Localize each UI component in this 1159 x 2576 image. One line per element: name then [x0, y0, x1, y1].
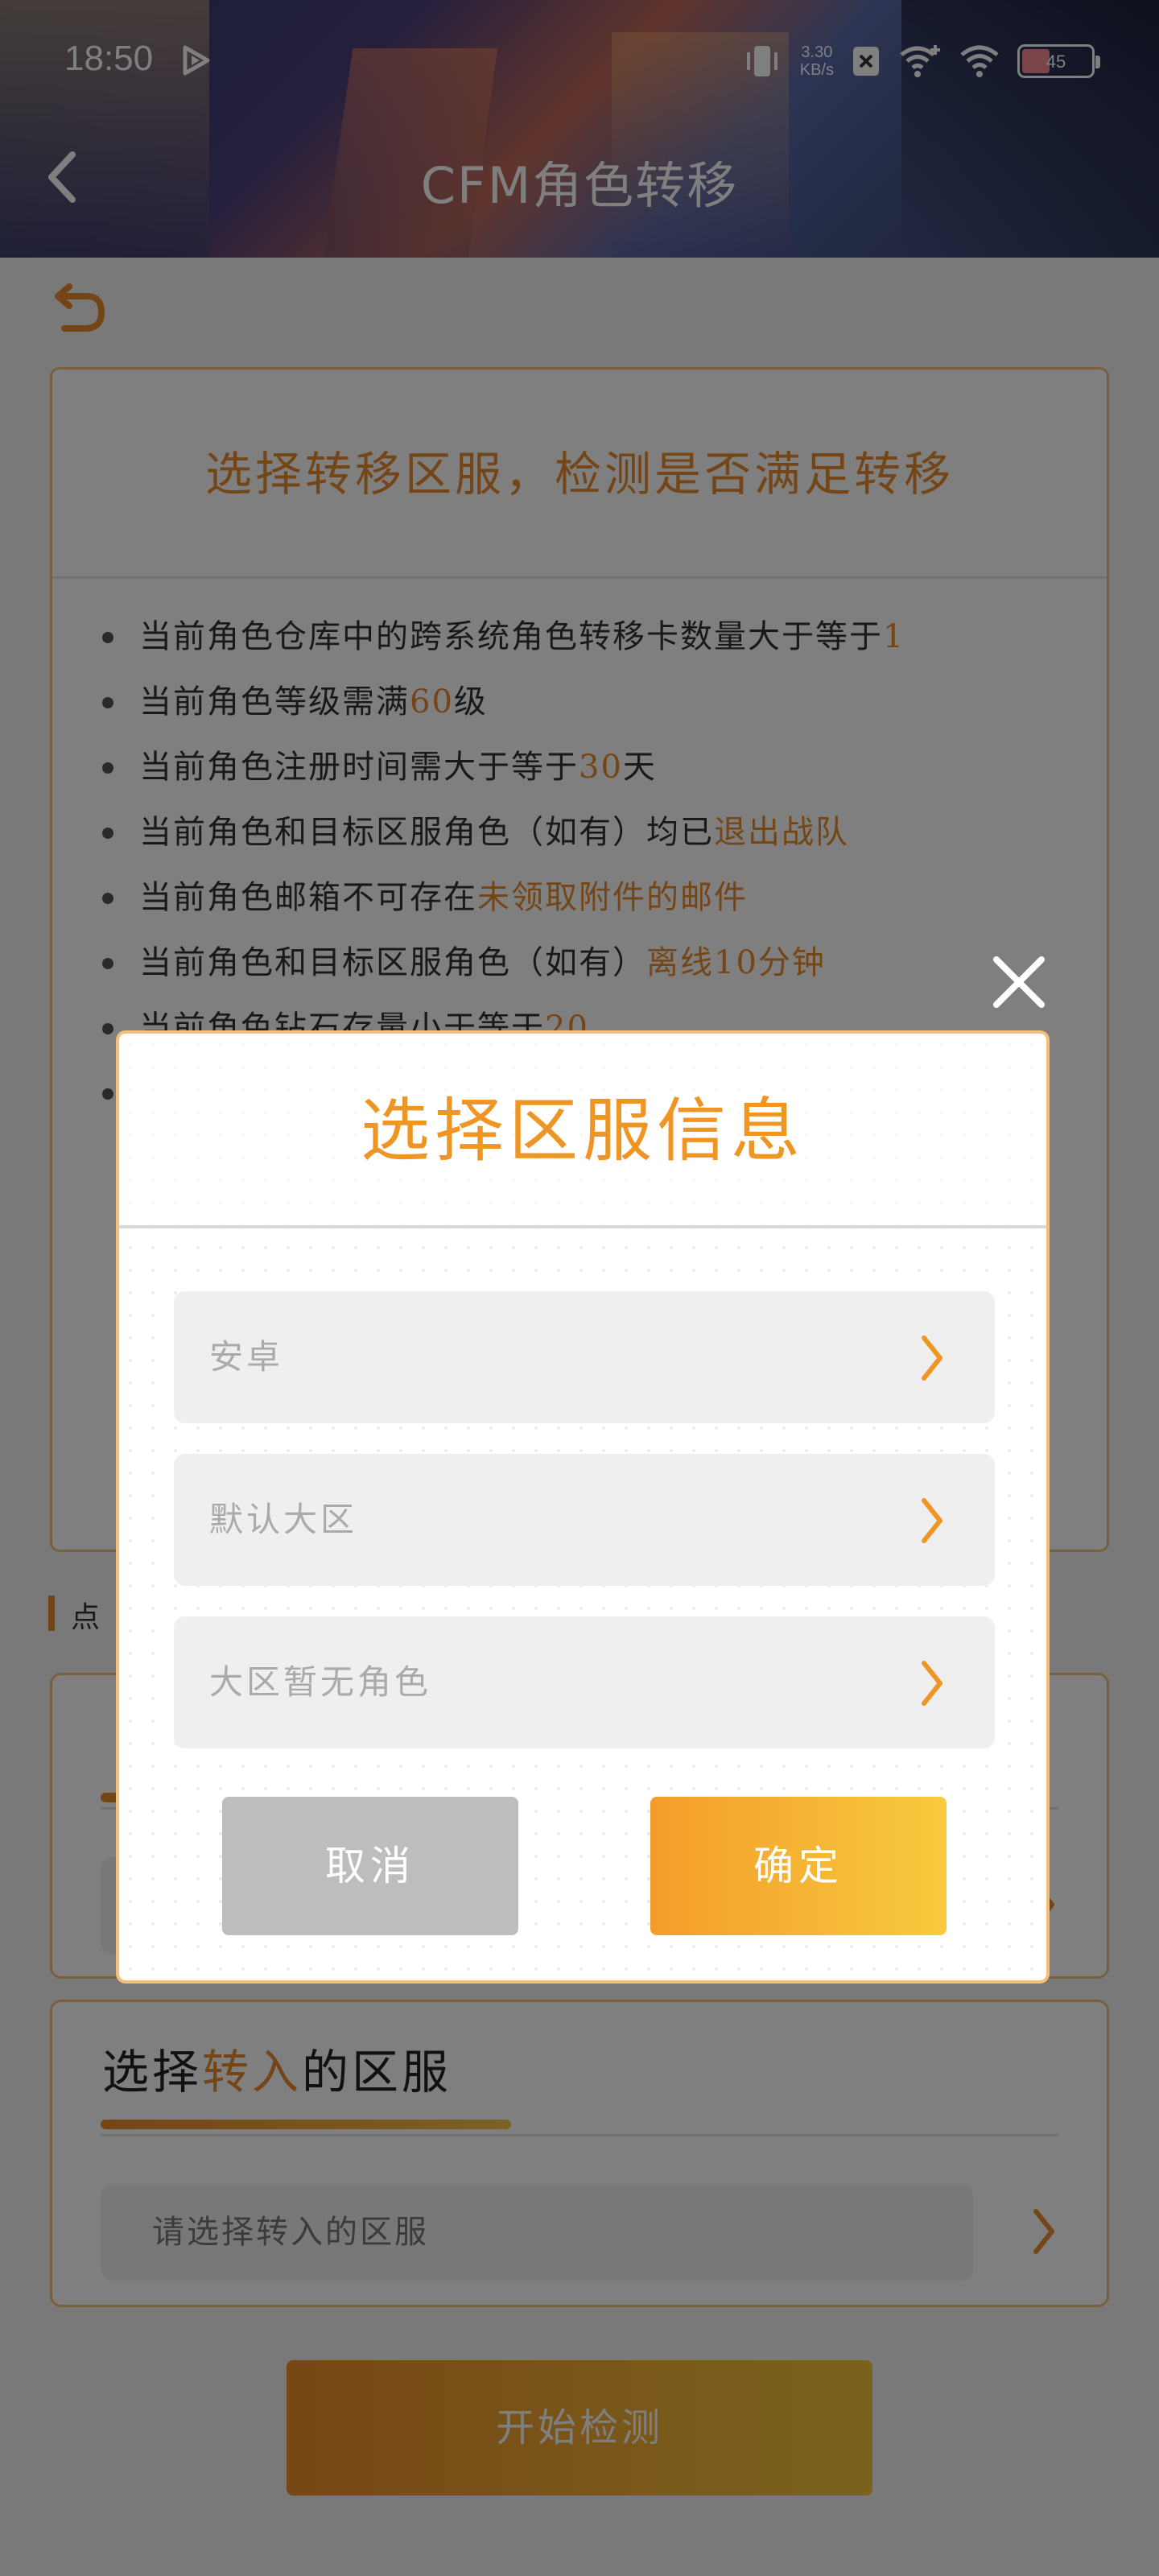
select-server-modal: 选择区服信息 安卓 默认大区 大区暂无角色 取消 确定	[116, 1030, 1050, 1984]
confirm-button[interactable]: 确定	[650, 1797, 947, 1935]
cancel-button[interactable]: 取消	[222, 1797, 518, 1935]
chevron-right-icon	[922, 1335, 942, 1381]
chevron-right-icon	[922, 1661, 942, 1706]
platform-select[interactable]: 安卓	[174, 1291, 995, 1423]
chevron-right-icon	[922, 1498, 942, 1543]
role-value: 大区暂无角色	[209, 1662, 432, 1702]
close-icon[interactable]	[987, 950, 1051, 1014]
region-value: 默认大区	[209, 1500, 358, 1539]
platform-value: 安卓	[209, 1337, 284, 1377]
modal-title: 选择区服信息	[119, 1034, 1046, 1228]
role-select[interactable]: 大区暂无角色	[174, 1616, 995, 1748]
region-select[interactable]: 默认大区	[174, 1454, 995, 1586]
